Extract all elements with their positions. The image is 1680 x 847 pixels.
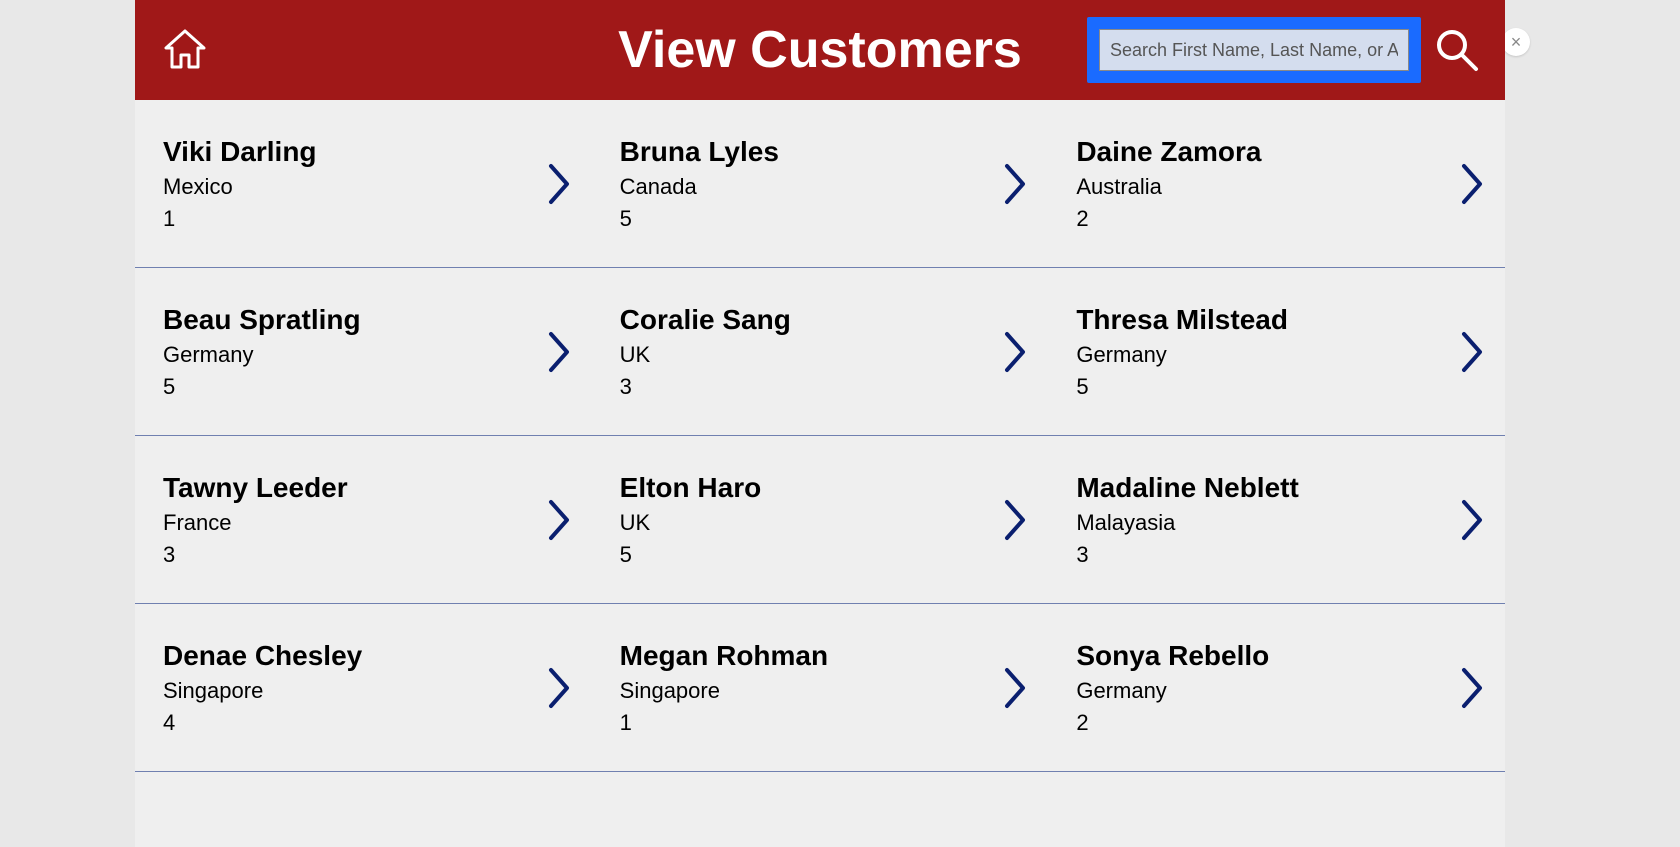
home-button[interactable] [155, 20, 215, 80]
customer-info: Thresa Milstead Germany 5 [1076, 304, 1457, 400]
customer-card[interactable]: Sonya Rebello Germany 2 [1048, 620, 1505, 756]
customer-name: Sonya Rebello [1076, 640, 1457, 672]
customer-card[interactable]: Viki Darling Mexico 1 [135, 116, 592, 252]
customer-info: Tawny Leeder France 3 [163, 472, 544, 568]
customer-card[interactable]: Madaline Neblett Malayasia 3 [1048, 452, 1505, 588]
customer-card[interactable]: Daine Zamora Australia 2 [1048, 116, 1505, 252]
customer-country: Germany [1076, 342, 1457, 368]
customer-info: Beau Spratling Germany 5 [163, 304, 544, 400]
customer-info: Bruna Lyles Canada 5 [620, 136, 1001, 232]
customer-country: Australia [1076, 174, 1457, 200]
chevron-right-icon [544, 328, 576, 376]
customer-number: 2 [1076, 206, 1457, 232]
customer-country: Singapore [620, 678, 1001, 704]
customer-number: 5 [620, 542, 1001, 568]
search-highlight-box [1087, 17, 1421, 83]
customer-row: Beau Spratling Germany 5 Coralie Sang UK 3 Thr… [135, 268, 1505, 436]
customer-name: Madaline Neblett [1076, 472, 1457, 504]
customer-info: Viki Darling Mexico 1 [163, 136, 544, 232]
customer-name: Bruna Lyles [620, 136, 1001, 168]
customer-country: UK [620, 342, 1001, 368]
customer-country: Mexico [163, 174, 544, 200]
customer-number: 5 [1076, 374, 1457, 400]
customer-country: Singapore [163, 678, 544, 704]
customer-card[interactable]: Beau Spratling Germany 5 [135, 284, 592, 420]
customer-name: Elton Haro [620, 472, 1001, 504]
customer-info: Sonya Rebello Germany 2 [1076, 640, 1457, 736]
close-button[interactable]: × [1502, 28, 1530, 56]
search-button[interactable] [1429, 22, 1485, 78]
customer-info: Daine Zamora Australia 2 [1076, 136, 1457, 232]
customer-row: Viki Darling Mexico 1 Bruna Lyles Canada 5 Dai… [135, 100, 1505, 268]
customer-list[interactable]: Viki Darling Mexico 1 Bruna Lyles Canada 5 Dai… [135, 100, 1505, 847]
customer-info: Coralie Sang UK 3 [620, 304, 1001, 400]
customer-country: Germany [163, 342, 544, 368]
customer-info: Elton Haro UK 5 [620, 472, 1001, 568]
customer-card[interactable]: Coralie Sang UK 3 [592, 284, 1049, 420]
customer-country: Canada [620, 174, 1001, 200]
customer-country: UK [620, 510, 1001, 536]
customer-number: 1 [163, 206, 544, 232]
chevron-right-icon [544, 160, 576, 208]
page-title: View Customers [618, 20, 1022, 80]
customer-number: 5 [163, 374, 544, 400]
customer-number: 4 [163, 710, 544, 736]
customer-name: Denae Chesley [163, 640, 544, 672]
customer-number: 3 [1076, 542, 1457, 568]
customer-name: Viki Darling [163, 136, 544, 168]
customer-card[interactable]: Elton Haro UK 5 [592, 452, 1049, 588]
chevron-right-icon [1457, 496, 1489, 544]
customer-number: 2 [1076, 710, 1457, 736]
customer-name: Beau Spratling [163, 304, 544, 336]
customer-number: 5 [620, 206, 1001, 232]
customer-card[interactable]: Denae Chesley Singapore 4 [135, 620, 592, 756]
search-icon [1432, 25, 1482, 75]
customer-name: Tawny Leeder [163, 472, 544, 504]
customer-card[interactable]: Thresa Milstead Germany 5 [1048, 284, 1505, 420]
customer-info: Megan Rohman Singapore 1 [620, 640, 1001, 736]
chevron-right-icon [544, 496, 576, 544]
customer-card[interactable]: Megan Rohman Singapore 1 [592, 620, 1049, 756]
customer-name: Daine Zamora [1076, 136, 1457, 168]
home-icon [160, 25, 210, 75]
close-icon: × [1511, 32, 1522, 53]
customer-number: 3 [163, 542, 544, 568]
search-area [1087, 17, 1485, 83]
customer-name: Thresa Milstead [1076, 304, 1457, 336]
chevron-right-icon [1000, 328, 1032, 376]
chevron-right-icon [1457, 664, 1489, 712]
chevron-right-icon [1000, 664, 1032, 712]
customer-country: Malayasia [1076, 510, 1457, 536]
customer-country: Germany [1076, 678, 1457, 704]
search-input[interactable] [1099, 29, 1409, 71]
customer-name: Megan Rohman [620, 640, 1001, 672]
customer-info: Denae Chesley Singapore 4 [163, 640, 544, 736]
chevron-right-icon [1000, 496, 1032, 544]
customer-number: 1 [620, 710, 1001, 736]
customer-card[interactable]: Tawny Leeder France 3 [135, 452, 592, 588]
chevron-right-icon [1457, 160, 1489, 208]
customer-row: Denae Chesley Singapore 4 Megan Rohman Singa… [135, 604, 1505, 772]
customer-card[interactable]: Bruna Lyles Canada 5 [592, 116, 1049, 252]
header-bar: View Customers [135, 0, 1505, 100]
customer-row: Tawny Leeder France 3 Elton Haro UK 5 Madaline… [135, 436, 1505, 604]
customer-country: France [163, 510, 544, 536]
chevron-right-icon [1000, 160, 1032, 208]
chevron-right-icon [1457, 328, 1489, 376]
customer-info: Madaline Neblett Malayasia 3 [1076, 472, 1457, 568]
customer-number: 3 [620, 374, 1001, 400]
app-window: View Customers Viki Darling Mexico 1 Bruna … [135, 0, 1505, 847]
chevron-right-icon [544, 664, 576, 712]
customer-name: Coralie Sang [620, 304, 1001, 336]
